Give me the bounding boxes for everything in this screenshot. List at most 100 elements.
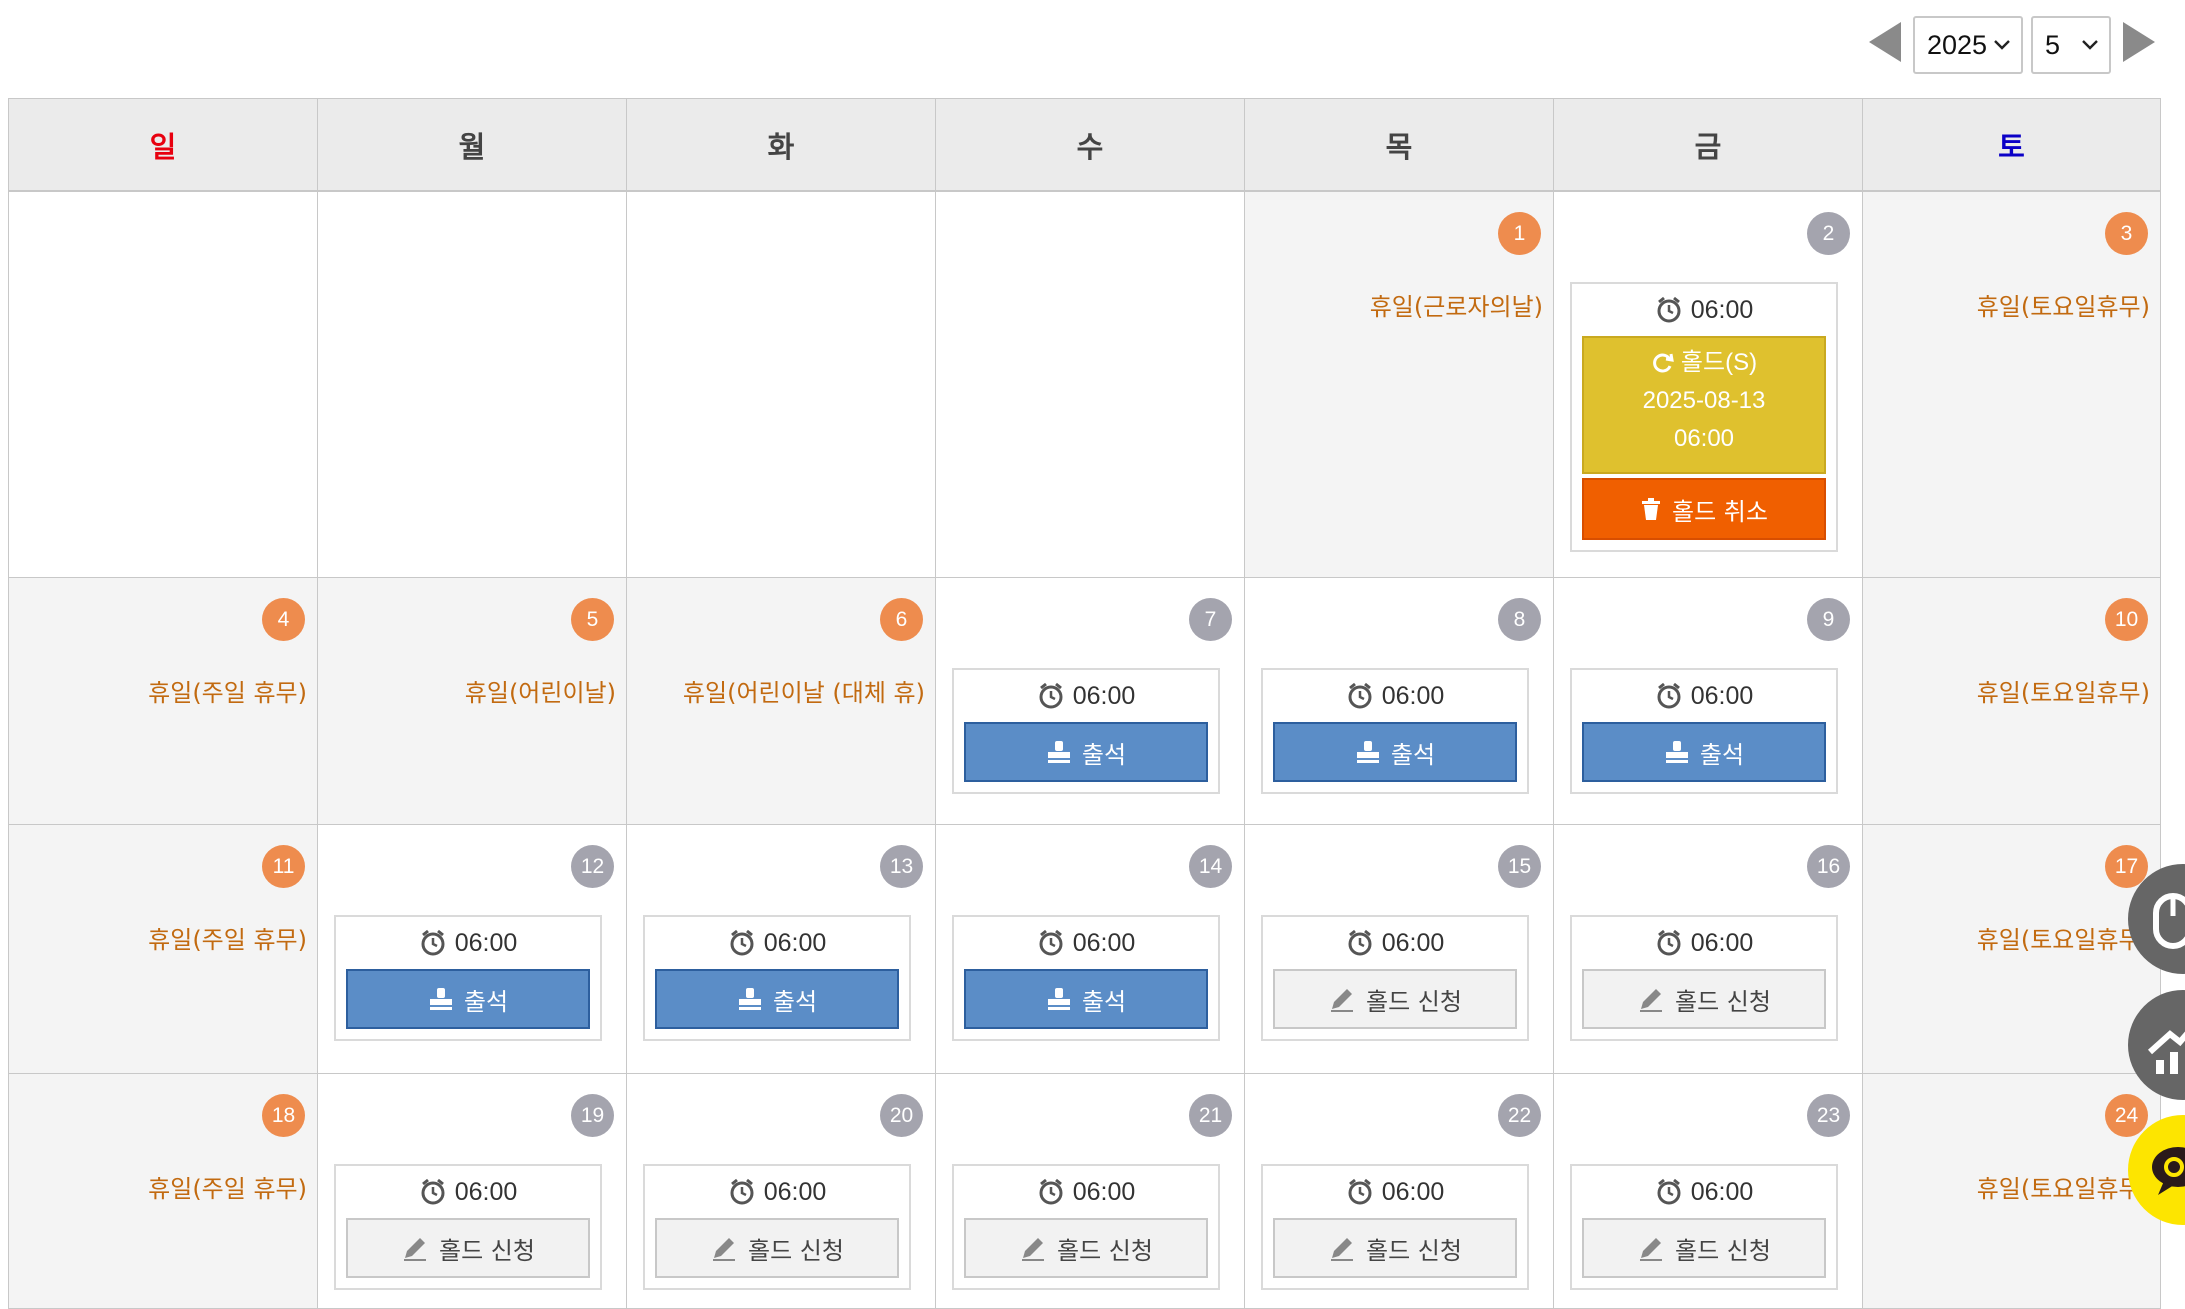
schedule-box: 06:00 홀드 신청 bbox=[643, 1164, 911, 1290]
hold-date: 2025-08-13 bbox=[1642, 387, 1766, 414]
day-cell: 6 휴일(어린이날 (대체 휴) bbox=[626, 577, 936, 825]
hold-request-button[interactable]: 홀드 신청 bbox=[1582, 969, 1826, 1029]
session-time: 06:00 bbox=[1263, 1166, 1527, 1218]
attendance-button[interactable]: 출석 bbox=[1273, 722, 1517, 782]
session-time: 06:00 bbox=[1572, 917, 1836, 969]
session-time-text: 06:00 bbox=[763, 928, 827, 957]
hold-request-button[interactable]: 홀드 신청 bbox=[1273, 1218, 1517, 1278]
session-time-text: 06:00 bbox=[1072, 1177, 1136, 1206]
holiday-label: 휴일(토요일휴무) bbox=[1976, 926, 2150, 954]
chart-float-button[interactable] bbox=[2128, 990, 2185, 1100]
prev-month-arrow-icon[interactable] bbox=[1869, 22, 1901, 62]
session-time-text: 06:00 bbox=[763, 1177, 827, 1206]
schedule-box: 06:00 출석 bbox=[1261, 668, 1529, 794]
schedule-box: 06:00 출석 bbox=[1570, 668, 1838, 794]
pencil-icon bbox=[404, 1238, 427, 1261]
holiday-label: 휴일(근로자의날) bbox=[1369, 293, 1543, 321]
kakao-chat-button[interactable] bbox=[2128, 1115, 2185, 1225]
alarm-clock-icon bbox=[1039, 929, 1063, 956]
session-time-text: 06:00 bbox=[454, 1177, 518, 1206]
day-cell: 3 휴일(토요일휴무) bbox=[1862, 191, 2161, 578]
session-time-text: 06:00 bbox=[454, 928, 518, 957]
weekday-header: 월 bbox=[317, 98, 627, 191]
day-number-badge: 18 bbox=[262, 1094, 305, 1137]
day-cell: 22 06:00 홀드 신청 bbox=[1244, 1073, 1554, 1309]
hold-request-label: 홀드 신청 bbox=[1366, 1236, 1462, 1265]
alarm-clock-icon bbox=[421, 929, 445, 956]
hold-status: 홀드(S) bbox=[1680, 349, 1758, 376]
empty-day-cell bbox=[8, 191, 318, 578]
day-number-badge: 5 bbox=[571, 598, 614, 641]
schedule-box: 06:00 홀드 신청 bbox=[1261, 1164, 1529, 1290]
day-number-badge: 20 bbox=[880, 1094, 923, 1137]
alarm-clock-icon bbox=[1348, 682, 1372, 709]
weekday-header: 금 bbox=[1553, 98, 1863, 191]
chart-up-icon bbox=[2147, 1030, 2185, 1074]
holiday-label: 휴일(어린이날) bbox=[464, 679, 616, 707]
attendance-label: 출석 bbox=[1081, 987, 1127, 1016]
attendance-label: 출석 bbox=[463, 987, 509, 1016]
holiday-label: 휴일(주일 휴무) bbox=[148, 926, 307, 954]
year-select[interactable]: 2025 bbox=[1913, 16, 2023, 74]
mouse-float-button[interactable] bbox=[2128, 864, 2185, 974]
hold-request-button[interactable]: 홀드 신청 bbox=[1273, 969, 1517, 1029]
hold-request-label: 홀드 신청 bbox=[1675, 1236, 1771, 1265]
year-select-value: 2025 bbox=[1927, 30, 1988, 60]
attendance-button[interactable]: 출석 bbox=[1582, 722, 1826, 782]
day-number-badge: 10 bbox=[2105, 598, 2148, 641]
schedule-box: 06:00 홀드 신청 bbox=[334, 1164, 602, 1290]
hold-request-button[interactable]: 홀드 신청 bbox=[964, 1218, 1208, 1278]
day-cell: 9 06:00 출석 bbox=[1553, 577, 1863, 825]
hold-request-button[interactable]: 홀드 신청 bbox=[655, 1218, 899, 1278]
day-number-badge: 6 bbox=[880, 598, 923, 641]
hold-request-button[interactable]: 홀드 신청 bbox=[346, 1218, 590, 1278]
attendance-button[interactable]: 출석 bbox=[964, 722, 1208, 782]
empty-day-cell bbox=[935, 191, 1245, 578]
stamp-icon bbox=[738, 988, 761, 1010]
next-month-arrow-icon[interactable] bbox=[2123, 22, 2155, 62]
weekday-header: 목 bbox=[1244, 98, 1554, 191]
attendance-button[interactable]: 출석 bbox=[964, 969, 1208, 1029]
session-time: 06:00 bbox=[1263, 917, 1527, 969]
alarm-clock-icon bbox=[1657, 929, 1681, 956]
attendance-label: 출석 bbox=[1699, 740, 1745, 769]
day-cell: 17 휴일(토요일휴무) bbox=[1862, 824, 2161, 1074]
day-number-badge: 1 bbox=[1498, 212, 1541, 255]
attendance-button[interactable]: 출석 bbox=[655, 969, 899, 1029]
day-cell: 8 06:00 출석 bbox=[1244, 577, 1554, 825]
session-time: 06:00 bbox=[1572, 670, 1836, 722]
pencil-icon bbox=[1331, 989, 1354, 1012]
weekday-header: 화 bbox=[626, 98, 936, 191]
schedule-box: 06:00 출석 bbox=[643, 915, 911, 1041]
day-number-badge: 4 bbox=[262, 598, 305, 641]
day-number-badge: 14 bbox=[1189, 845, 1232, 888]
stamp-icon bbox=[1047, 988, 1070, 1010]
session-time-text: 06:00 bbox=[1381, 1177, 1445, 1206]
alarm-clock-icon bbox=[1039, 1178, 1063, 1205]
schedule-box: 06:00 홀드 신청 bbox=[1570, 1164, 1838, 1290]
alarm-clock-icon bbox=[1657, 296, 1681, 323]
pencil-icon bbox=[1640, 1238, 1663, 1261]
attendance-button[interactable]: 출석 bbox=[346, 969, 590, 1029]
day-cell: 7 06:00 출석 bbox=[935, 577, 1245, 825]
day-number-badge: 16 bbox=[1807, 845, 1850, 888]
session-time: 06:00 bbox=[954, 670, 1218, 722]
cancel-hold-button[interactable]: 홀드 취소 bbox=[1582, 478, 1826, 540]
chevron-down-icon bbox=[1994, 40, 2010, 50]
refresh-icon bbox=[1653, 353, 1674, 373]
day-number-badge: 7 bbox=[1189, 598, 1232, 641]
month-select-value: 5 bbox=[2045, 30, 2061, 60]
day-number-badge: 22 bbox=[1498, 1094, 1541, 1137]
hold-time: 06:00 bbox=[1673, 425, 1735, 452]
month-select[interactable]: 5 bbox=[2031, 16, 2111, 74]
alarm-clock-icon bbox=[1348, 929, 1372, 956]
day-cell: 5 휴일(어린이날) bbox=[317, 577, 627, 825]
session-time: 06:00 bbox=[954, 1166, 1218, 1218]
session-time-text: 06:00 bbox=[1690, 681, 1754, 710]
day-number-badge: 12 bbox=[571, 845, 614, 888]
hold-request-button[interactable]: 홀드 신청 bbox=[1582, 1218, 1826, 1278]
day-number-badge: 19 bbox=[571, 1094, 614, 1137]
mouse-icon bbox=[2153, 893, 2185, 949]
alarm-clock-icon bbox=[1039, 682, 1063, 709]
weekday-header: 일 bbox=[8, 98, 318, 191]
